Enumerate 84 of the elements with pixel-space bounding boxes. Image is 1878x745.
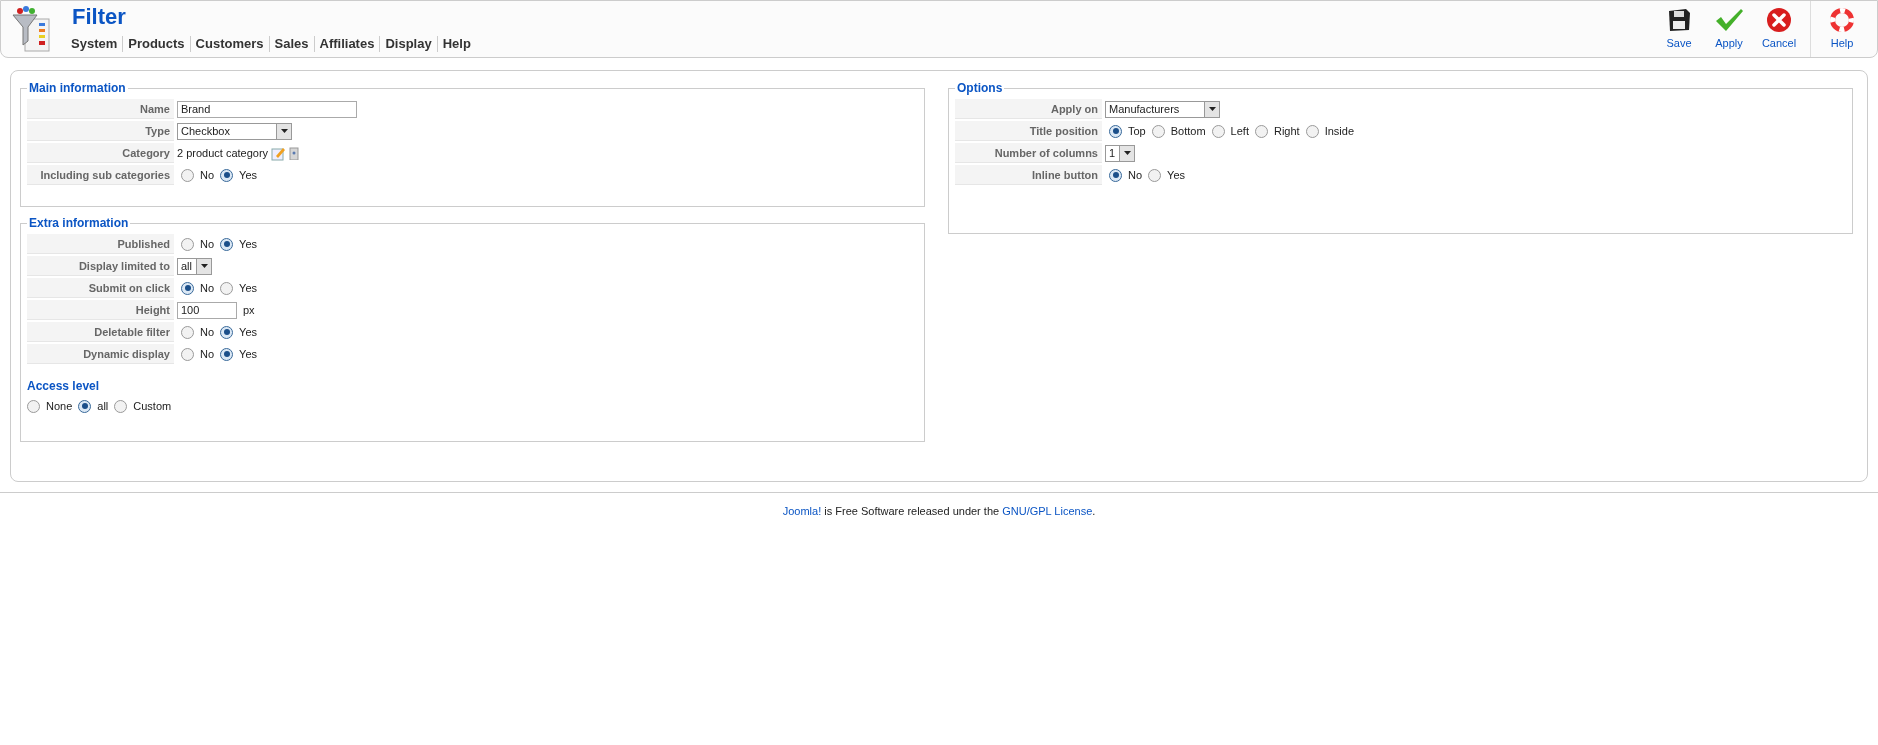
toolbar-button[interactable]: Apply xyxy=(1704,6,1754,52)
radio-button[interactable] xyxy=(220,347,234,361)
text-input[interactable]: 100 xyxy=(177,301,237,319)
footer-text: Joomla! is Free Software released under the GNU/GPL License. xyxy=(782,504,1096,519)
toolbar-button[interactable]: Cancel xyxy=(1754,6,1804,52)
footer-link[interactable]: Joomla! xyxy=(782,505,822,517)
fieldset-legend: Options xyxy=(955,79,1005,97)
lifebuoy-icon xyxy=(1829,6,1855,33)
radio-label: No xyxy=(200,324,215,340)
menu-item[interactable]: Affiliates xyxy=(319,34,375,54)
checkmark-icon xyxy=(1714,6,1744,33)
field-label: Category xyxy=(27,143,174,163)
field-label: Dynamic display xyxy=(27,344,174,364)
radio-button[interactable] xyxy=(220,237,234,251)
access-level-heading: Access level xyxy=(27,378,101,395)
page-title: Filter xyxy=(72,4,127,31)
radio-button[interactable] xyxy=(78,399,92,413)
radio-button[interactable] xyxy=(181,168,194,182)
radio-label: Custom xyxy=(133,399,172,414)
radio-label: Yes xyxy=(239,324,257,340)
radio-label: No xyxy=(200,167,215,183)
radio-button[interactable] xyxy=(220,325,234,339)
dropdown-select[interactable]: 1 xyxy=(1105,144,1136,162)
field-label: Apply on xyxy=(955,99,1102,119)
field-label: Display limited to xyxy=(27,256,174,276)
field-label: Submit on click xyxy=(27,278,174,298)
radio-label: No xyxy=(200,280,215,296)
radio-button[interactable] xyxy=(1211,124,1225,138)
radio-label: Right xyxy=(1273,123,1300,139)
radio-label: Yes xyxy=(239,280,257,296)
field-label: Deletable filter xyxy=(27,322,174,342)
radio-label: No xyxy=(200,236,215,252)
cancel-icon xyxy=(1766,6,1792,33)
menu-item[interactable]: Help xyxy=(442,34,471,54)
radio-label: Yes xyxy=(239,346,257,362)
radio-label: Bottom xyxy=(1170,123,1206,139)
radio-button[interactable] xyxy=(114,399,128,413)
radio-label: No xyxy=(1128,167,1143,183)
radio-button[interactable] xyxy=(27,399,40,413)
radio-button[interactable] xyxy=(1109,168,1122,182)
radio-label: Top xyxy=(1128,123,1146,139)
radio-label: all xyxy=(97,399,109,414)
radio-button[interactable] xyxy=(181,325,194,339)
radio-button[interactable] xyxy=(181,347,194,361)
radio-label: No xyxy=(200,346,215,362)
radio-button[interactable] xyxy=(181,237,194,251)
radio-button[interactable] xyxy=(220,281,234,295)
field-label: Inline button xyxy=(955,165,1102,185)
text-input[interactable]: Brand xyxy=(177,100,357,118)
radio-button[interactable] xyxy=(1151,124,1165,138)
field-label: Type xyxy=(27,121,174,141)
radio-label: Left xyxy=(1230,123,1249,139)
radio-button[interactable] xyxy=(220,168,234,182)
toolbar-button[interactable]: Help xyxy=(1817,6,1867,52)
fieldset-legend: Main information xyxy=(27,79,128,97)
field-label: Name xyxy=(27,99,174,119)
field-label: Number of columns xyxy=(955,143,1102,163)
radio-label: Yes xyxy=(1167,167,1185,183)
unit-label: px xyxy=(243,302,255,318)
menu-item[interactable]: Display xyxy=(385,34,432,54)
radio-button[interactable] xyxy=(1148,168,1162,182)
radio-button[interactable] xyxy=(181,281,194,295)
menu-item[interactable]: Products xyxy=(128,34,185,54)
radio-label: Inside xyxy=(1324,123,1354,139)
field-label: Including sub categories xyxy=(27,165,174,185)
radio-label: None xyxy=(46,399,73,414)
toolbar-button[interactable]: Save xyxy=(1654,6,1704,52)
radio-button[interactable] xyxy=(1109,124,1122,138)
radio-button[interactable] xyxy=(1305,124,1319,138)
radio-label: Yes xyxy=(239,236,257,252)
category-value: 2 product category xyxy=(177,145,269,161)
field-label: Height xyxy=(27,300,174,320)
field-label: Published xyxy=(27,234,174,254)
edit-icon[interactable] xyxy=(271,145,287,161)
field-label: Title position xyxy=(955,121,1102,141)
menu-item[interactable]: Sales xyxy=(274,34,309,54)
dropdown-select[interactable]: all xyxy=(177,257,212,275)
fieldset-legend: Extra information xyxy=(27,214,131,232)
dropdown-select[interactable]: Manufacturers xyxy=(1105,100,1220,118)
menu-item[interactable]: Customers xyxy=(195,34,264,54)
radio-button[interactable] xyxy=(1254,124,1268,138)
dropdown-select[interactable]: Checkbox xyxy=(177,122,292,140)
menu-item[interactable]: System xyxy=(71,34,118,54)
radio-label: Yes xyxy=(239,167,257,183)
